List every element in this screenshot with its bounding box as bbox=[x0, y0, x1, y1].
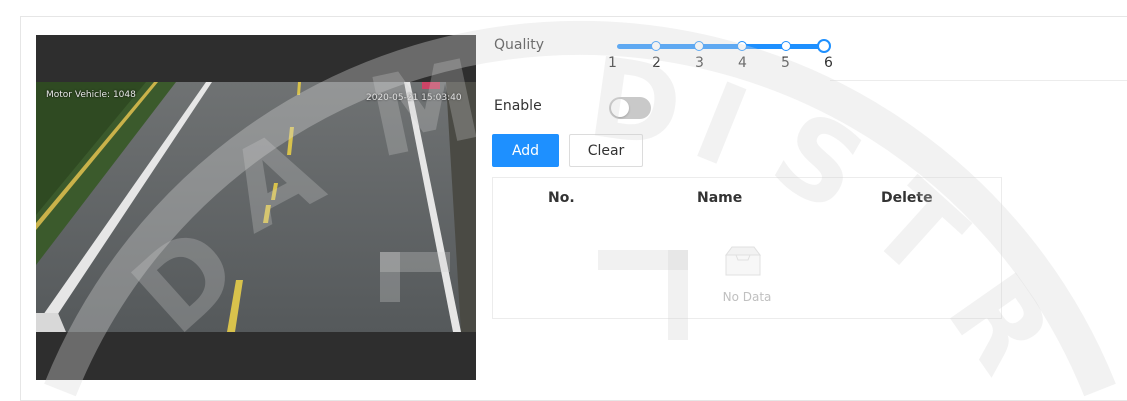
column-header-name: Name bbox=[697, 190, 743, 206]
osd-vehicle-count: Motor Vehicle: 1048 bbox=[46, 90, 136, 100]
quality-label: Quality bbox=[494, 37, 545, 53]
quality-tick: 5 bbox=[781, 55, 790, 71]
add-button[interactable]: Add bbox=[492, 134, 559, 167]
video-preview: Motor Vehicle: 1048 2020-05-21 15:03:40 bbox=[36, 35, 476, 380]
quality-tick: 1 bbox=[608, 55, 617, 71]
road-scene bbox=[36, 35, 476, 380]
slider-stop[interactable] bbox=[651, 41, 661, 51]
clear-button[interactable]: Clear bbox=[569, 134, 643, 167]
empty-text: No Data bbox=[722, 290, 772, 304]
slider-stop[interactable] bbox=[781, 41, 791, 51]
slider-handle[interactable] bbox=[817, 39, 831, 53]
column-header-delete: Delete bbox=[881, 190, 933, 206]
enable-label: Enable bbox=[494, 98, 542, 114]
empty-box-icon bbox=[725, 246, 761, 276]
quality-tick: 3 bbox=[695, 55, 704, 71]
slider-stop[interactable] bbox=[737, 41, 747, 51]
rules-table: No. Name Delete No Data bbox=[492, 177, 1002, 319]
osd-timestamp: 2020-05-21 15:03:40 bbox=[366, 93, 462, 103]
quality-slider[interactable] bbox=[617, 39, 831, 53]
quality-tick: 6 bbox=[824, 55, 833, 71]
quality-tick: 2 bbox=[652, 55, 661, 71]
slider-stop[interactable] bbox=[694, 41, 704, 51]
enable-toggle[interactable] bbox=[609, 97, 651, 119]
divider bbox=[830, 80, 1127, 81]
quality-tick: 4 bbox=[738, 55, 747, 71]
toggle-knob bbox=[611, 99, 629, 117]
column-header-no: No. bbox=[548, 190, 575, 206]
